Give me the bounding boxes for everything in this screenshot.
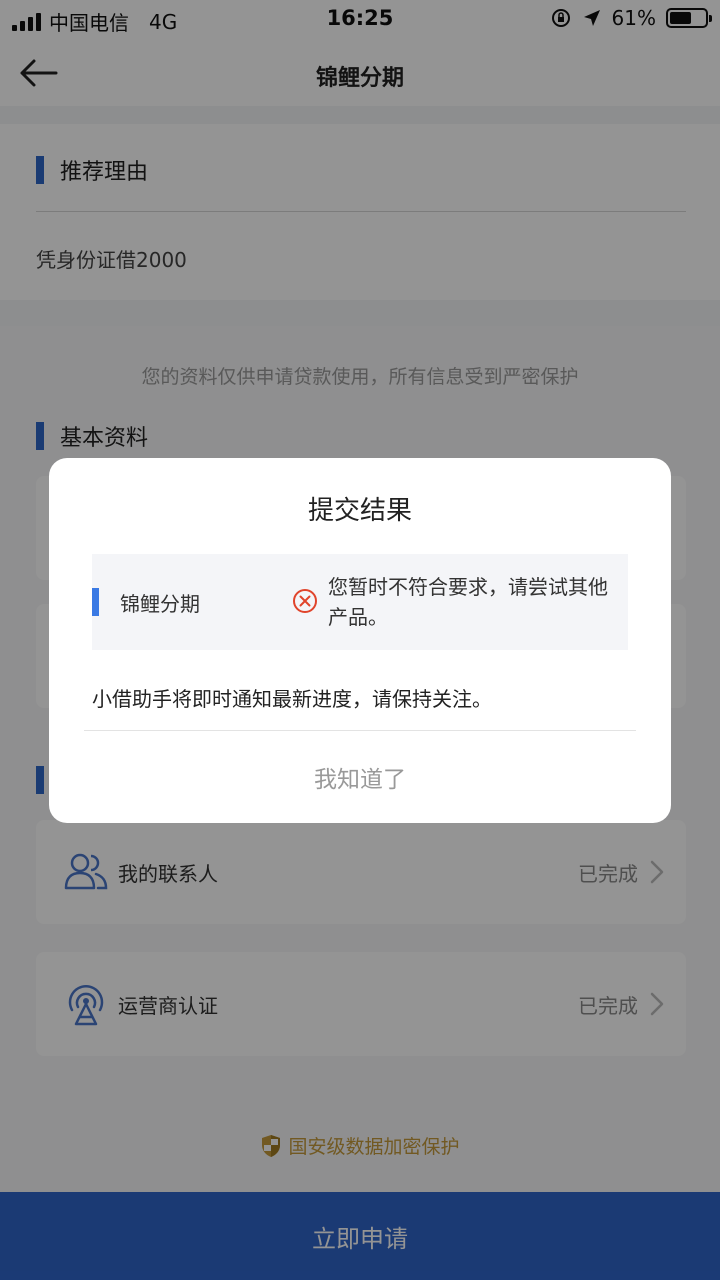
confirm-button[interactable]: 我知道了 bbox=[84, 731, 636, 823]
result-message: 您暂时不符合要求，请尝试其他产品。 bbox=[328, 575, 608, 629]
result-product-name: 锦鲤分期 bbox=[120, 592, 200, 616]
dialog-title: 提交结果 bbox=[307, 496, 412, 526]
result-marker bbox=[92, 588, 99, 616]
error-circle-icon bbox=[293, 589, 317, 613]
dialog-notice: 小借助手将即时通知最新进度，请保持关注。 bbox=[92, 687, 492, 711]
submit-result-dialog: 提交结果 锦鲤分期 您暂时不符合要求，请尝试其他产品。 小借助手将即时通知最新进… bbox=[49, 458, 671, 823]
result-item: 锦鲤分期 您暂时不符合要求，请尝试其他产品。 bbox=[92, 554, 628, 650]
